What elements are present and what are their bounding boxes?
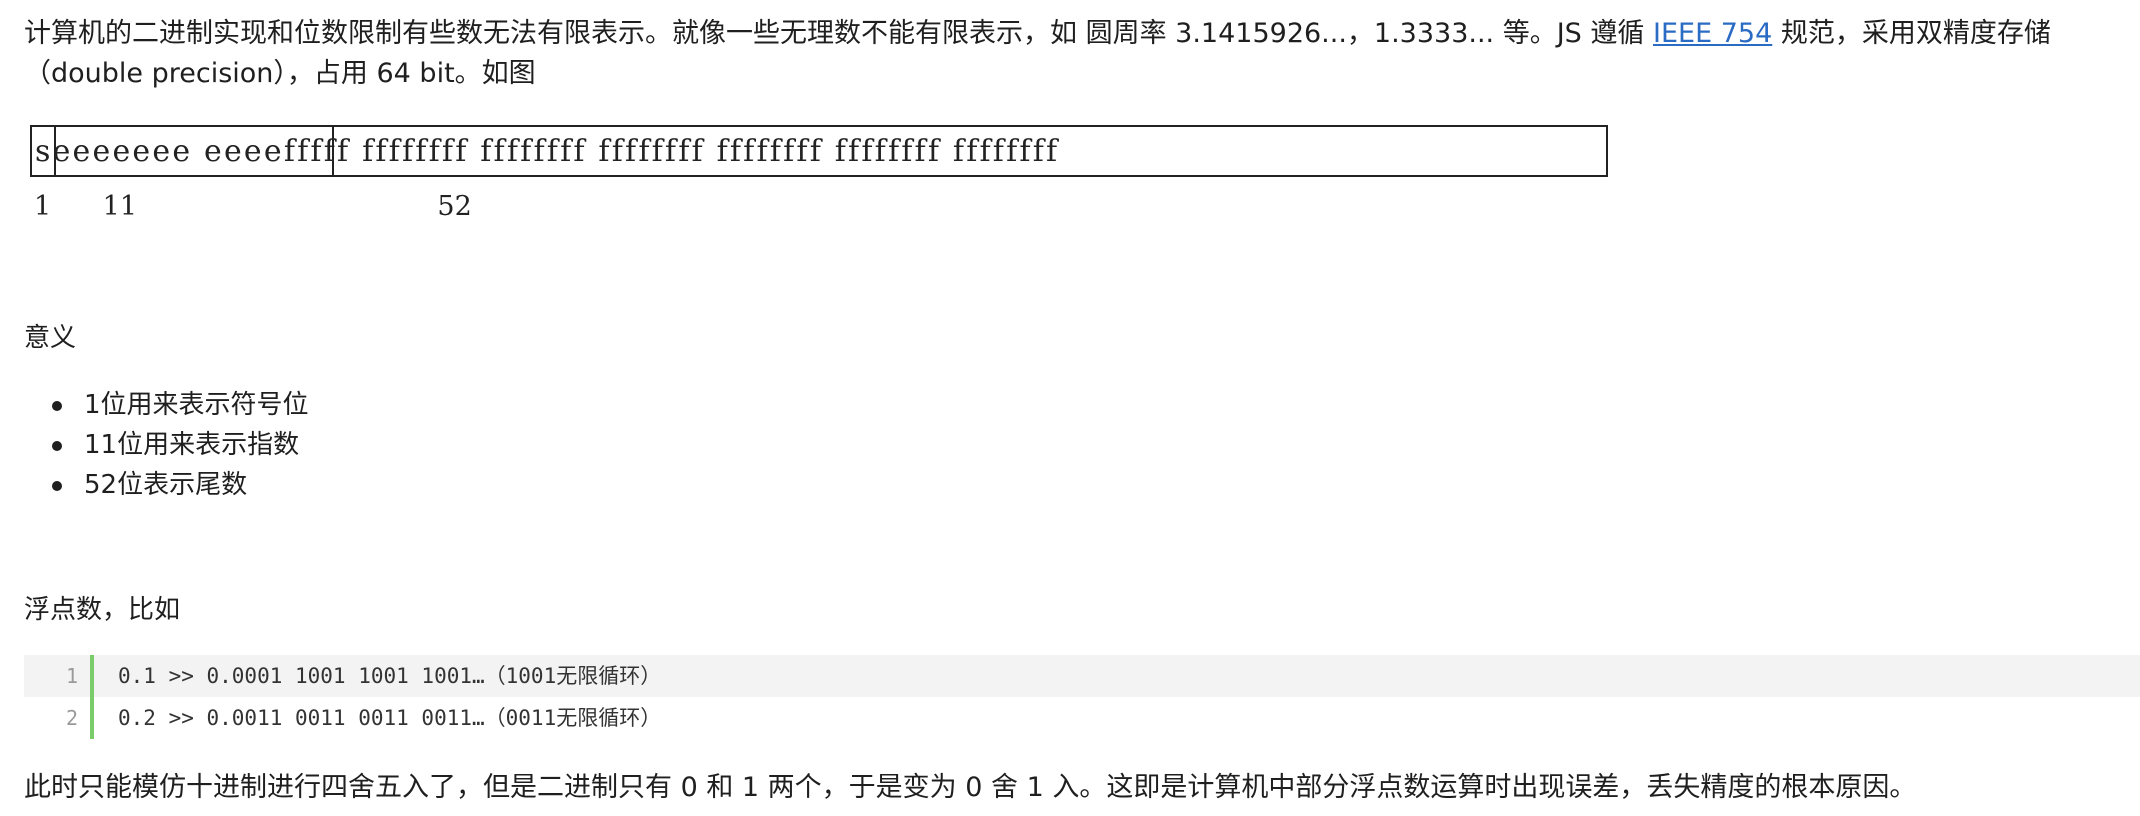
code-line: 1 0.1 >> 0.0001 1001 1001 1001…（1001无限循环… (24, 655, 2140, 697)
line-number: 2 (65, 706, 78, 730)
code-text: 0.1 >> 0.0001 1001 1001 1001…（1001无限循环） (118, 664, 662, 688)
code-block: 1 0.1 >> 0.0001 1001 1001 1001…（1001无限循环… (24, 655, 2140, 741)
intro-paragraph: 计算机的二进制实现和位数限制有些数无法有限表示。就像一些无理数不能有限表示，如 … (24, 14, 2124, 94)
bit-layout-text: seeeeeee eeeefffff ffffffff ffffffff fff… (35, 134, 1060, 169)
float-example-heading: 浮点数，比如 (24, 595, 181, 625)
meaning-heading: 意义 (24, 323, 77, 353)
conclusion-paragraph: 此时只能模仿十进制进行四舍五入了，但是二进制只有 0 和 1 两个，于是变为 0… (24, 772, 1917, 803)
bit-counts: 1 11 52 (34, 191, 472, 222)
code-line: 2 0.2 >> 0.0011 0011 0011 0011…（0011无限循环… (24, 697, 2140, 739)
bit-layout-diagram: seeeeeee eeeefffff ffffffff ffffffff fff… (30, 125, 1608, 177)
meaning-list: 1位用来表示符号位 11位用来表示指数 52位表示尾数 (24, 385, 309, 505)
intro-text-start: 计算机的二进制实现和位数限制有些数无法有限表示。就像一些无理数不能有限表示，如 … (24, 18, 1653, 49)
line-number: 1 (65, 664, 78, 688)
code-text: 0.2 >> 0.0011 0011 0011 0011…（0011无限循环） (118, 706, 662, 730)
code-gutter-bar (90, 655, 94, 739)
list-item: 1位用来表示符号位 (24, 385, 309, 425)
list-item: 11位用来表示指数 (24, 425, 309, 465)
ieee-754-link[interactable]: IEEE 754 (1653, 18, 1772, 49)
list-item: 52位表示尾数 (24, 465, 309, 505)
